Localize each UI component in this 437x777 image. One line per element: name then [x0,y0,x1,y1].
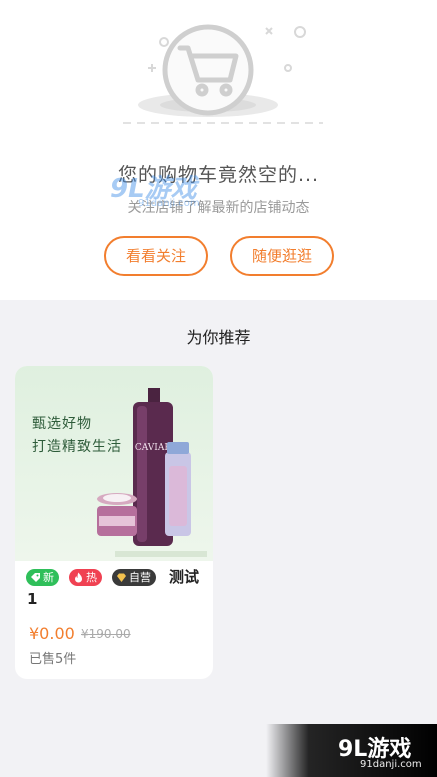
diamond-icon [117,573,126,582]
sold-count: 已售5件 [29,652,77,667]
tag-icon [31,573,40,582]
view-following-button[interactable]: 看看关注 [104,236,208,276]
cosmetics-product-picture: CAVIAR [97,388,207,557]
browse-around-button[interactable]: 随便逛逛 [230,236,334,276]
recommend-title: 为你推荐 [186,328,251,347]
tag-new-label: 新 [43,571,54,584]
product-name-continued[interactable]: 1 [27,590,37,608]
product-image[interactable]: 甄选好物 打造精致生活 CAVIAR [15,366,213,561]
product-card[interactable]: 甄选好物 打造精致生活 CAVIAR 新 热 自营 测试 1 ¥0.00 ¥19… [15,366,213,679]
tag-hot-label: 热 [86,571,97,584]
tag-self-operated: 自营 [112,569,156,586]
empty-cart-title: 您的购物车竟然空的... [117,164,320,186]
empty-cart-subtitle: 关注店铺了解最新的店铺动态 [127,200,310,216]
product-name[interactable]: 测试 [169,566,199,587]
product-price: ¥0.00 [29,624,75,643]
watermark-logo-url: 91danji.com [138,198,200,209]
tag-hot: 热 [69,569,102,586]
tag-new: 新 [26,569,59,586]
tag-self-operated-label: 自营 [129,571,151,584]
empty-cart-illustration [123,24,323,124]
product-original-price: ¥190.00 [81,627,131,641]
empty-cart-section: 您的购物车竟然空的... 关注店铺了解最新的店铺动态 9L游戏 91danji.… [0,0,437,300]
watermark-url: 91danji.com [360,759,422,770]
fire-icon [75,572,82,583]
svg-text:CAVIAR: CAVIAR [135,443,171,453]
